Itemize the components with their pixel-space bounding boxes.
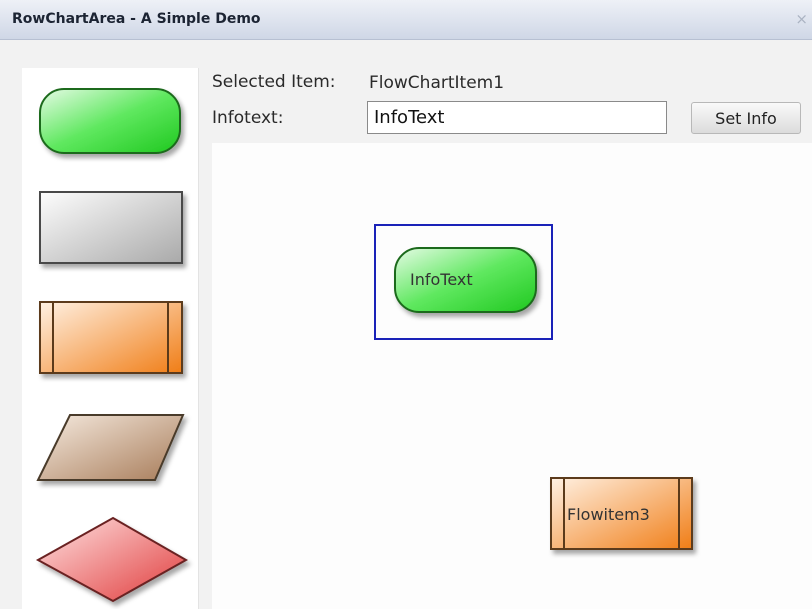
flow-node-flowitem3-label: Flowitem3	[567, 505, 650, 524]
palette-item-rectangle-with-side-bars[interactable]	[39, 301, 183, 374]
palette-item-parallelogram[interactable]	[36, 414, 185, 481]
flow-node-infotext[interactable]: InfoText	[394, 247, 537, 313]
flowchart-shapes: InfoText Flowitem3	[35, 88, 693, 603]
flow-node-infotext-label: InfoText	[410, 270, 473, 289]
palette-item-rounded-rectangle[interactable]	[39, 88, 181, 154]
palette-item-diamond[interactable]	[35, 516, 189, 603]
palette-item-rectangle[interactable]	[39, 191, 183, 264]
flow-node-flowitem3[interactable]: Flowitem3	[550, 477, 693, 550]
